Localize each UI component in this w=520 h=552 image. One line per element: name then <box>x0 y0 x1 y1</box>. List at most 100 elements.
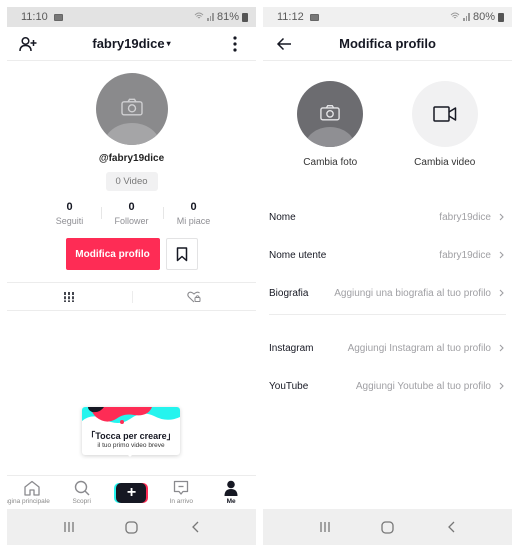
stat-label: Follower <box>114 216 149 226</box>
profile-icon <box>224 480 238 496</box>
wifi-icon <box>450 12 460 22</box>
chevron-right-icon <box>496 251 506 259</box>
nav-label: Pagina principale <box>7 498 50 505</box>
stat-followers[interactable]: 0 Follower <box>100 201 163 226</box>
nav-home[interactable]: Pagina principale <box>7 476 57 509</box>
home-button[interactable] <box>373 515 403 539</box>
edit-profile-header: Modifica profilo <box>263 27 512 61</box>
stat-following[interactable]: 0 Seguiti <box>39 201 101 226</box>
wifi-icon <box>194 12 204 22</box>
back-button[interactable] <box>273 33 295 55</box>
change-photo-button[interactable]: Cambia foto <box>297 81 364 168</box>
status-bar: 11:10 81% <box>7 7 256 27</box>
stat-likes[interactable]: 0 Mi piace <box>162 201 225 226</box>
profile-screen: 11:10 81% fabry19dice ▾ @fabry19dice 0 V… <box>7 7 256 545</box>
camera-icon <box>320 104 341 120</box>
chevron-down-icon: ▾ <box>166 39 171 48</box>
create-tooltip[interactable]: 「Tocca per creare」 il tuo primo video br… <box>82 407 180 455</box>
tab-liked[interactable] <box>131 283 257 310</box>
back-button[interactable] <box>180 515 210 539</box>
edit-profile-button[interactable]: Modifica profilo <box>65 238 160 270</box>
gallery-notification-icon <box>309 13 319 21</box>
profile-actions: Modifica profilo <box>7 238 256 270</box>
profile-avatar[interactable] <box>95 73 168 145</box>
nav-inbox[interactable]: In arrivo <box>156 476 206 509</box>
recent-apps-button[interactable] <box>310 515 340 539</box>
bookmark-icon <box>176 246 187 261</box>
profile-stats: 0 Seguiti 0 Follower 0 Mi piace <box>7 201 256 226</box>
bottom-nav: Pagina principale Scopri + In arrivo <box>7 475 256 509</box>
tooltip-splash-graphic <box>82 407 180 429</box>
field-value: Aggiungi una biografia al tuo profilo <box>334 287 491 299</box>
tooltip-title: 「Tocca per creare」 <box>86 431 176 441</box>
home-button[interactable] <box>117 515 147 539</box>
social-fields: Instagram Aggiungi Instagram al tuo prof… <box>263 329 512 405</box>
battery-percent: 81% <box>216 11 239 23</box>
status-time: 11:12 <box>277 11 304 23</box>
create-button[interactable]: + <box>116 483 147 503</box>
home-icon <box>24 480 40 496</box>
recent-apps-button[interactable] <box>54 515 84 539</box>
back-chevron-icon <box>191 521 198 533</box>
add-friend-button[interactable] <box>17 33 39 55</box>
field-label: Nome <box>269 211 296 223</box>
page-title: Modifica profilo <box>339 36 436 51</box>
field-username[interactable]: Nome utente fabry19dice <box>269 236 506 274</box>
add-user-icon <box>19 36 37 51</box>
battery-icon <box>498 12 504 22</box>
stat-label: Mi piace <box>176 216 211 226</box>
field-value: Aggiungi Youtube al tuo profilo <box>355 380 491 392</box>
field-instagram[interactable]: Instagram Aggiungi Instagram al tuo prof… <box>269 329 506 367</box>
change-video-label: Cambia video <box>414 157 476 168</box>
chevron-right-icon <box>496 289 506 297</box>
field-youtube[interactable]: YouTube Aggiungi Youtube al tuo profilo <box>269 367 506 405</box>
nav-me[interactable]: Me <box>206 476 256 509</box>
tooltip-arrow <box>126 453 134 457</box>
field-value: fabry19dice <box>439 211 491 223</box>
stat-value: 0 <box>128 201 135 213</box>
more-vertical-icon <box>233 35 237 52</box>
change-photo-label: Cambia foto <box>303 157 358 168</box>
system-nav-bar <box>7 509 256 545</box>
field-label: Biografia <box>269 287 309 299</box>
video-count-badge[interactable]: 0 Video <box>105 172 158 191</box>
signal-icon <box>207 13 214 21</box>
nav-label: Scopri <box>72 498 91 505</box>
nav-create[interactable]: + <box>107 476 157 509</box>
battery-percent: 80% <box>472 11 495 23</box>
profile-handle: @fabry19dice <box>98 153 165 164</box>
back-button[interactable] <box>436 515 466 539</box>
battery-icon <box>242 12 248 22</box>
photo-avatar[interactable] <box>297 81 364 147</box>
video-placeholder[interactable] <box>411 81 478 147</box>
favorites-button[interactable] <box>165 238 198 270</box>
arrow-left-icon <box>276 37 291 50</box>
tab-videos[interactable] <box>7 283 132 310</box>
chevron-right-icon <box>496 382 506 390</box>
system-nav-bar <box>263 509 512 545</box>
field-bio[interactable]: Biografia Aggiungi una biografia al tuo … <box>269 274 506 312</box>
stat-value: 0 <box>66 201 73 213</box>
home-square-icon <box>381 520 394 534</box>
gallery-notification-icon <box>53 13 63 21</box>
avatar-silhouette <box>305 127 356 147</box>
content-tabs <box>7 282 256 311</box>
private-liked-icon <box>187 291 201 302</box>
media-row: Cambia foto Cambia video <box>263 81 512 168</box>
search-icon <box>74 480 90 496</box>
change-video-button[interactable]: Cambia video <box>411 81 478 168</box>
field-label: Instagram <box>269 342 314 354</box>
profile-header: fabry19dice ▾ <box>7 27 256 61</box>
profile-fields: Nome fabry19dice Nome utente fabry19dice… <box>263 198 512 312</box>
section-divider <box>269 314 506 315</box>
nav-discover[interactable]: Scopri <box>57 476 107 509</box>
header-username[interactable]: fabry19dice <box>92 36 164 51</box>
status-bar: 11:12 80% <box>263 7 512 27</box>
more-options-button[interactable] <box>224 33 246 55</box>
camera-icon <box>120 98 143 116</box>
nav-label: Me <box>226 498 236 505</box>
account-switcher[interactable]: fabry19dice ▾ <box>7 36 256 51</box>
field-name[interactable]: Nome fabry19dice <box>269 198 506 236</box>
stat-label: Seguiti <box>55 216 84 226</box>
video-camera-icon <box>433 106 456 122</box>
